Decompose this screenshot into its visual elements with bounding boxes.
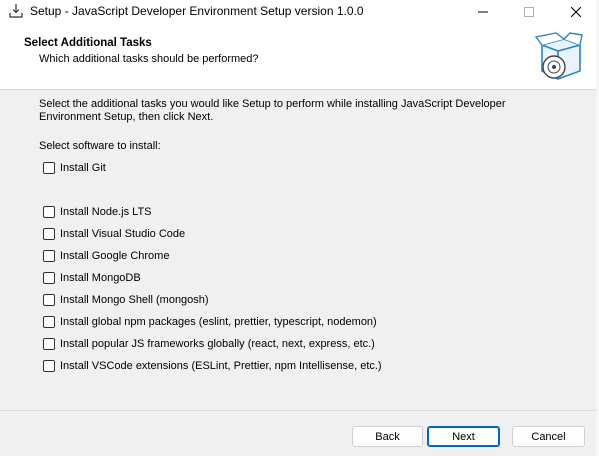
close-button[interactable] <box>553 0 599 23</box>
footer-divider <box>0 410 599 411</box>
task-label: Install Google Chrome <box>60 250 170 262</box>
task-checkbox[interactable] <box>43 206 55 218</box>
task-install-npm-packages[interactable]: Install global npm packages (eslint, pre… <box>43 314 377 330</box>
minimize-button[interactable] <box>460 0 506 23</box>
page-title: Select Additional Tasks <box>24 37 152 49</box>
title-bar[interactable]: Setup - JavaScript Developer Environment… <box>0 0 599 23</box>
task-install-vscode-extensions[interactable]: Install VSCode extensions (ESLint, Prett… <box>43 358 382 374</box>
task-checkbox[interactable] <box>43 338 55 350</box>
close-icon <box>571 6 581 17</box>
task-label: Install Git <box>60 162 106 174</box>
page-subtitle: Which additional tasks should be perform… <box>39 53 259 65</box>
task-install-nodejs[interactable]: Install Node.js LTS <box>43 204 152 220</box>
setup-box-disc-icon <box>534 32 583 80</box>
task-install-mongodb[interactable]: Install MongoDB <box>43 270 141 286</box>
task-install-js-frameworks[interactable]: Install popular JS frameworks globally (… <box>43 336 375 352</box>
setup-window: Setup - JavaScript Developer Environment… <box>0 0 599 456</box>
select-software-label: Select software to install: <box>39 140 161 152</box>
task-checkbox[interactable] <box>43 250 55 262</box>
task-install-git[interactable]: Install Git <box>43 160 106 176</box>
task-checkbox[interactable] <box>43 360 55 372</box>
task-label: Install MongoDB <box>60 272 141 284</box>
back-button[interactable]: Back <box>352 426 423 447</box>
task-install-chrome[interactable]: Install Google Chrome <box>43 248 169 264</box>
maximize-icon <box>524 6 534 17</box>
task-label: Install Mongo Shell (mongosh) <box>60 294 209 306</box>
task-checkbox[interactable] <box>43 228 55 240</box>
setup-download-icon <box>9 4 23 18</box>
task-checkbox[interactable] <box>43 272 55 284</box>
window-title: Setup - JavaScript Developer Environment… <box>30 4 364 18</box>
minimize-icon <box>478 11 488 12</box>
task-checkbox[interactable] <box>43 316 55 328</box>
task-install-mongosh[interactable]: Install Mongo Shell (mongosh) <box>43 292 209 308</box>
task-label: Install VSCode extensions (ESLint, Prett… <box>60 360 382 372</box>
wizard-header: Select Additional Tasks Which additional… <box>0 23 599 90</box>
task-label: Install Visual Studio Code <box>60 228 186 240</box>
cancel-button[interactable]: Cancel <box>512 426 585 447</box>
task-label: Install Node.js LTS <box>60 206 152 218</box>
task-install-vscode[interactable]: Install Visual Studio Code <box>43 226 185 242</box>
task-checkbox[interactable] <box>43 162 55 174</box>
task-checkbox[interactable] <box>43 294 55 306</box>
instructions-text: Select the additional tasks you would li… <box>39 98 506 123</box>
task-label: Install global npm packages (eslint, pre… <box>60 316 377 328</box>
task-label: Install popular JS frameworks globally (… <box>60 338 375 350</box>
next-button[interactable]: Next <box>427 426 500 447</box>
maximize-button[interactable] <box>506 0 552 23</box>
